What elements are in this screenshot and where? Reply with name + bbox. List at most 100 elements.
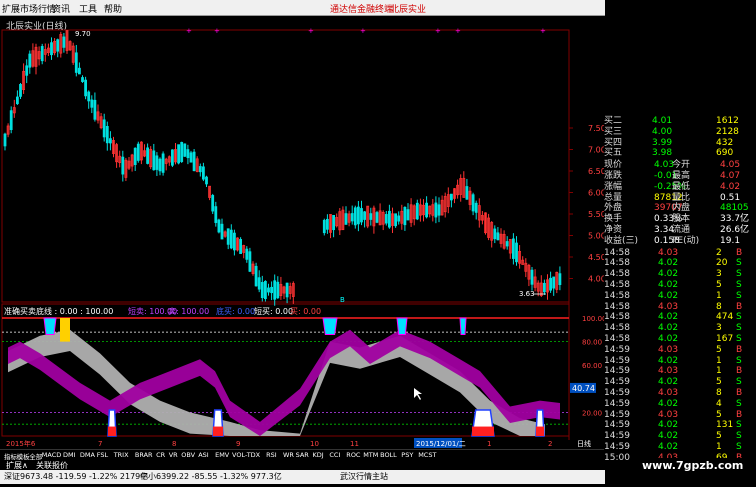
tick-side: B (736, 301, 743, 312)
candle-body (375, 212, 379, 223)
tab-rsi[interactable]: RSI (266, 451, 277, 459)
tab-cr[interactable]: CR (156, 451, 165, 459)
top-signal (43, 317, 57, 336)
tab-macd[interactable]: MACD (42, 451, 61, 459)
tick-price: 4.02 (658, 398, 679, 409)
order-book-row: 买五 3.98 690 (604, 148, 744, 159)
tick-side: S (736, 269, 742, 280)
signal-marker: + (308, 27, 314, 35)
tick-side: S (736, 431, 742, 442)
tick-time: 14:58 (604, 312, 630, 323)
tab-dma[interactable]: DMA (80, 451, 95, 459)
tick-side: S (736, 442, 742, 452)
tab-kdj[interactable]: KDJ (313, 451, 324, 459)
tab-wr[interactable]: WR (283, 451, 294, 459)
axis-label: 7.00 (588, 146, 605, 155)
candle-body (360, 208, 363, 223)
signal-marker: + (214, 27, 220, 35)
tick-volume: 3 (716, 269, 722, 280)
tab-vol-tdx[interactable]: VOL-TDX (232, 451, 260, 459)
tab-asi[interactable]: ASI (198, 451, 209, 459)
candle-body (229, 229, 233, 249)
tick-time: 14:59 (604, 388, 630, 398)
signal-marker: + (455, 27, 461, 35)
candle-body (558, 273, 562, 286)
tab-sar[interactable]: SAR (296, 451, 309, 459)
candle-body (434, 202, 438, 218)
tab-boll[interactable]: BOLL (380, 451, 397, 459)
tick-price: 4.02 (658, 355, 679, 366)
candle-body (177, 144, 181, 164)
tab-brar[interactable]: BRAR (135, 451, 153, 459)
tick-side: S (736, 334, 742, 344)
tick-row: 14:58 4.02 167 S (604, 334, 744, 345)
tick-price: 4.03 (658, 409, 679, 420)
tick-row: 14:58 4.02 474 S (604, 312, 744, 323)
stat-value-2: 33.7亿 (720, 214, 750, 225)
indicator-axis-label: 20.00 (582, 409, 602, 417)
indicator-l4: 短买: 0.00 (254, 307, 294, 316)
low-label: 3.63 (519, 290, 535, 298)
tab-emv[interactable]: EMV (215, 451, 229, 459)
tick-volume: 5 (716, 431, 722, 442)
stat-value-2: 26.6亿 (720, 225, 750, 235)
indicator-l3: 底买: 0.00 (216, 307, 256, 316)
marker-b: B (340, 296, 345, 304)
tick-row: 14:59 4.02 5 S (604, 431, 744, 442)
xaxis-label: 11 (350, 440, 359, 448)
tab-trix[interactable]: TRIX (114, 451, 129, 459)
tab-cci[interactable]: CCI (329, 451, 340, 459)
candle-body (217, 219, 221, 233)
tick-side: B (736, 388, 743, 398)
stat-label: 涨跌 (604, 171, 623, 181)
tick-time: 14:59 (604, 442, 630, 452)
candle-body (263, 280, 267, 300)
tick-side: S (736, 398, 742, 409)
tab-mtm[interactable]: MTM (363, 451, 378, 459)
candle-body (220, 223, 224, 240)
stat-label: 净资 (604, 225, 623, 235)
tick-side: S (736, 355, 742, 366)
indicator-axis-label: 80.00 (582, 339, 602, 347)
candle-body (93, 99, 97, 120)
tab-fsl[interactable]: FSL (97, 451, 108, 459)
tab-psy[interactable]: PSY (401, 451, 413, 459)
book-price: 3.98 (652, 148, 673, 159)
tick-side: S (736, 312, 742, 323)
candle-body (356, 206, 360, 225)
tick-time: 14:59 (604, 398, 630, 409)
candle-body (232, 232, 236, 251)
book-volume: 1612 (716, 116, 739, 126)
candle-body (403, 206, 407, 226)
candle-body (133, 147, 137, 165)
bottom-red (108, 426, 116, 436)
tick-price: 4.02 (658, 377, 679, 388)
candle-body (186, 149, 190, 159)
candle-body (505, 241, 509, 247)
tab-mcst[interactable]: MCST (418, 451, 436, 459)
tick-side: B (736, 247, 743, 258)
candle-body (192, 151, 196, 172)
candle-body (325, 218, 329, 230)
tab-obv[interactable]: OBV (181, 451, 195, 459)
tick-side: S (736, 290, 742, 301)
candle-body (245, 248, 249, 260)
candle-body (425, 202, 429, 218)
bottom-red (536, 426, 544, 436)
xaxis-label: 2 (548, 440, 552, 448)
tick-row: 14:58 4.02 5 S (604, 280, 744, 291)
stat-value-2: 4.05 (720, 160, 741, 171)
candle-body (239, 239, 243, 254)
tab-dmi[interactable]: DMI (63, 451, 76, 459)
tab-vr[interactable]: VR (169, 451, 178, 459)
kline-chart[interactable]: 7.50 7.00 6.50 6.00 5.50 5.00 4.50 4.00 + + + + + + +9… (0, 0, 605, 449)
book-price: 4.00 (652, 126, 673, 137)
candle-body (493, 228, 497, 240)
stat-label: 现价 (604, 160, 623, 171)
axis-label: 5.50 (588, 210, 605, 219)
tab-roc[interactable]: ROC (346, 451, 360, 459)
book-price: 3.99 (652, 137, 673, 148)
bottom-red (472, 426, 494, 436)
tick-side: S (736, 258, 742, 269)
tick-price: 4.02 (658, 269, 679, 280)
